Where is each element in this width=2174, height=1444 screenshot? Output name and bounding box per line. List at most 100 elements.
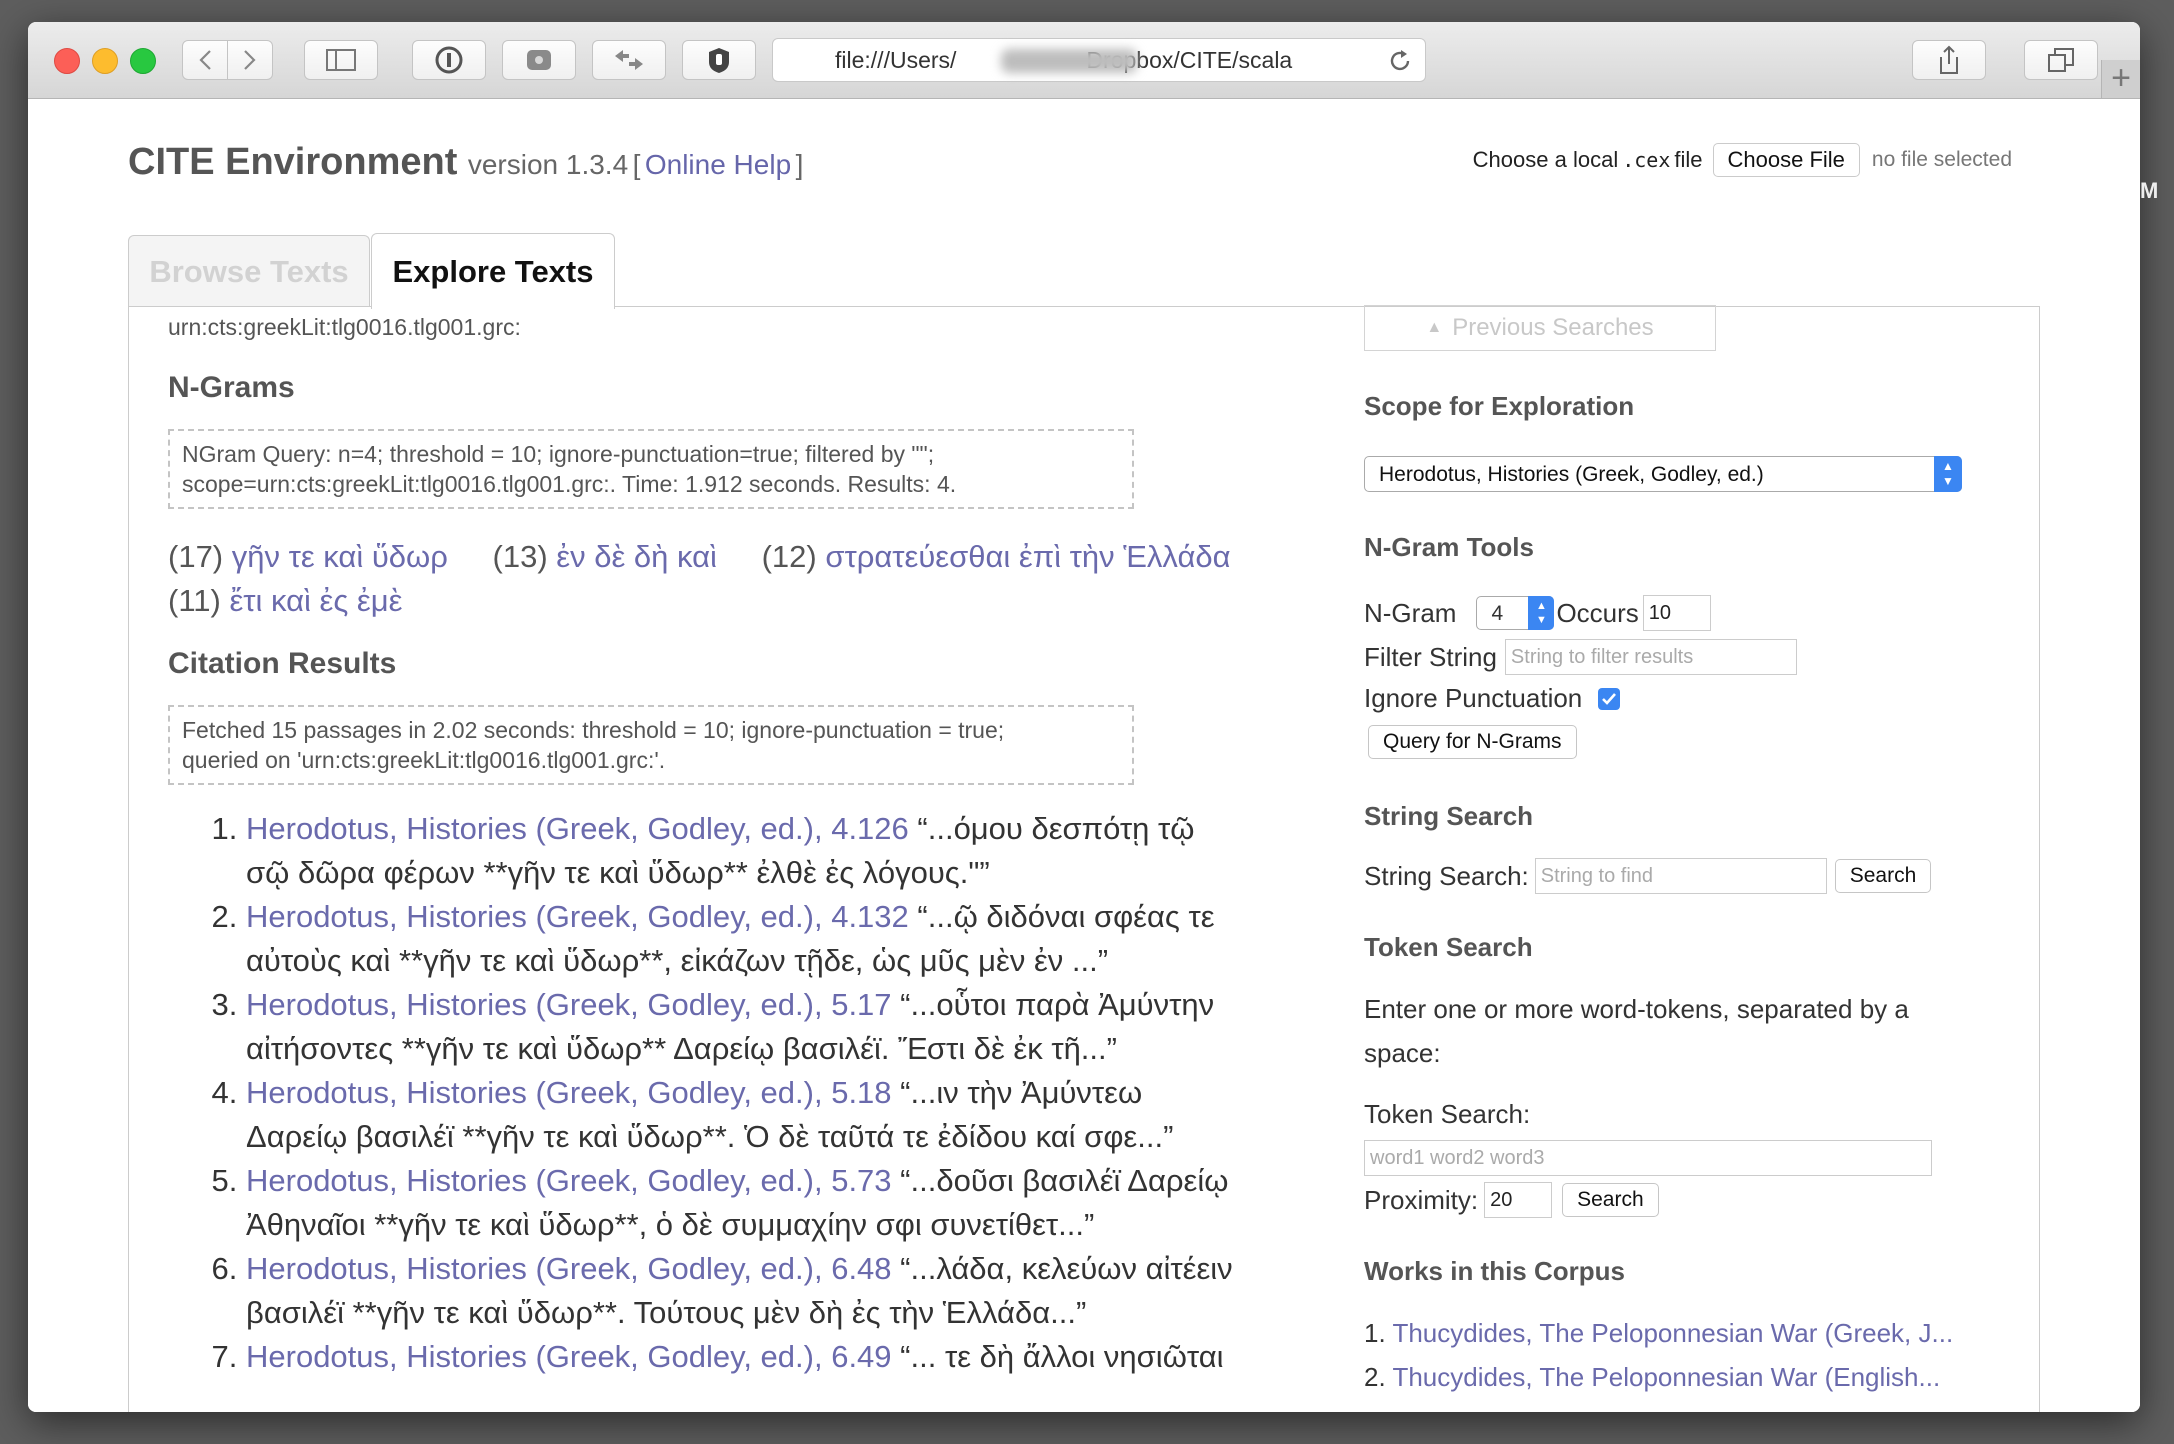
close-window-button[interactable] [54, 48, 80, 74]
scope-selected-value: Herodotus, Histories (Greek, Godley, ed.… [1379, 463, 1764, 486]
citation-link[interactable]: Herodotus, Histories (Greek, Godley, ed.… [246, 811, 909, 846]
citation-link[interactable]: Herodotus, Histories (Greek, Godley, ed.… [246, 987, 892, 1022]
tab-explore-texts[interactable]: Explore Texts [371, 233, 615, 309]
title-bar: file:///Users/Dropbox/CITE/scala + [28, 22, 2140, 99]
query-ngrams-button[interactable]: Query for N-Grams [1368, 725, 1577, 759]
chevron-left-icon [199, 50, 211, 70]
ngram-query-line: scope=urn:cts:greekLit:tlg0016.tlg001.gr… [182, 471, 957, 497]
chevron-right-icon [244, 50, 256, 70]
scope-select[interactable]: Herodotus, Histories (Greek, Godley, ed.… [1364, 456, 1962, 492]
token-search-description: Enter one or more word-tokens, separated… [1364, 994, 1909, 1068]
ignore-punctuation-checkbox[interactable] [1598, 687, 1621, 710]
tab-browse-texts[interactable]: Browse Texts [128, 235, 370, 307]
background-window-text: M [2140, 178, 2159, 203]
citation-item: Herodotus, Histories (Greek, Godley, ed.… [246, 1159, 1246, 1247]
proximity-label: Proximity: [1364, 1184, 1479, 1215]
file-ext: .cex [1622, 148, 1671, 172]
ngram-link[interactable]: γῆν τε καὶ ὕδωρ [232, 539, 448, 574]
bracket-open: [ [632, 149, 641, 180]
choose-file-button[interactable]: Choose File [1712, 143, 1860, 177]
ngrams-heading: N-Grams [168, 371, 295, 404]
ignore-punctuation-label: Ignore Punctuation [1364, 683, 1583, 713]
ngram-count: (17) [168, 539, 224, 574]
password-extension-button[interactable] [412, 40, 486, 80]
arrows-icon [615, 50, 643, 70]
ngram-size-select[interactable]: 4 ▲ ▼ [1476, 596, 1555, 630]
triangle-up-icon: ▲ [1426, 319, 1443, 336]
tabs-icon [2048, 48, 2074, 72]
ngram-query-summary: NGram Query: n=4; threshold = 10; ignore… [168, 429, 1134, 509]
work-link[interactable]: Thucydides, The Peloponnesian War (Greek… [1392, 1318, 1953, 1348]
proximity-input[interactable]: 20 [1484, 1182, 1553, 1218]
token-search-heading: Token Search [1364, 932, 1533, 962]
ngram-label: N-Gram [1364, 597, 1457, 628]
list-item: 2. Thucydides, The Peloponnesian War (En… [1364, 1355, 1984, 1399]
citation-link[interactable]: Herodotus, Histories (Greek, Godley, ed.… [246, 1075, 892, 1110]
previous-searches-button[interactable]: ▲ Previous Searches [1364, 305, 1716, 351]
select-stepper-icon: ▲ ▼ [1934, 456, 1962, 492]
extension-button-3[interactable] [592, 40, 666, 80]
ngram-count: (11) [168, 583, 221, 618]
address-bar[interactable]: file:///Users/Dropbox/CITE/scala [772, 38, 1426, 82]
tools-sidebar: ▲ Previous Searches Scope for Exploratio… [1364, 305, 1984, 1399]
work-link[interactable]: Thucydides, The Peloponnesian War (Engli… [1392, 1362, 1940, 1392]
citation-item: Herodotus, Histories (Greek, Godley, ed.… [246, 983, 1246, 1071]
citation-list: Herodotus, Histories (Greek, Godley, ed.… [168, 807, 1328, 1379]
token-search-button[interactable]: Search [1562, 1183, 1659, 1217]
adblock-button[interactable] [682, 40, 756, 80]
zoom-window-button[interactable] [130, 48, 156, 74]
results-column: urn:cts:greekLit:tlg0016.tlg001.grc: N-G… [168, 314, 1328, 1379]
string-search-heading: String Search [1364, 801, 1534, 831]
ngram-link[interactable]: στρατεύεσθαι ἐπὶ τὴν Ἑλλάδα [825, 539, 1230, 574]
work-number: 2. [1364, 1362, 1386, 1392]
string-search-input[interactable]: String to find [1534, 858, 1827, 894]
citation-link[interactable]: Herodotus, Histories (Greek, Godley, ed.… [246, 1163, 892, 1198]
occurs-label: Occurs [1556, 597, 1639, 628]
ngram-link[interactable]: ἐν δὲ δὴ καὶ [556, 539, 717, 574]
no-file-selected-text: no file selected [1871, 148, 2012, 171]
citation-link[interactable]: Herodotus, Histories (Greek, Godley, ed.… [246, 899, 909, 934]
ngram-size-row: N-Gram 4 ▲ ▼ Occurs 10 [1364, 595, 1984, 631]
redacted-username [1001, 49, 1137, 73]
citation-snippet: “... τε δὴ ἄλλοι νησιῶται [900, 1339, 1224, 1374]
file-prompt-post: file [1674, 147, 1703, 172]
browser-window: file:///Users/Dropbox/CITE/scala + CITE … [28, 22, 2140, 1412]
ngram-count: (12) [761, 539, 817, 574]
forward-button[interactable] [227, 40, 273, 80]
page-content: CITE Environment version 1.3.4 [ Online … [28, 99, 2140, 1412]
share-icon [1940, 45, 1958, 74]
ngram-size-value: 4 [1491, 602, 1504, 625]
minimize-window-button[interactable] [92, 48, 118, 74]
ngram-link[interactable]: ἔτι καὶ ἐς ἐμὲ [229, 583, 402, 618]
share-button[interactable] [1912, 40, 1986, 80]
citation-item: Herodotus, Histories (Greek, Godley, ed.… [246, 1335, 1246, 1379]
citation-link[interactable]: Herodotus, Histories (Greek, Godley, ed.… [246, 1251, 892, 1286]
citation-query-line: queried on 'urn:cts:greekLit:tlg0016.tlg… [182, 747, 666, 773]
proximity-row: Proximity: 20 Search [1364, 1182, 1984, 1218]
token-search-label: Token Search: [1364, 1099, 1531, 1129]
extension-button-2[interactable] [502, 40, 576, 80]
citation-link[interactable]: Herodotus, Histories (Greek, Godley, ed.… [246, 1339, 892, 1374]
back-button[interactable] [182, 40, 228, 80]
works-list: 1. Thucydides, The Peloponnesian War (Gr… [1364, 1311, 1984, 1399]
string-search-button[interactable]: Search [1834, 859, 1932, 893]
ngram-item: (13) ἐν δὲ δὴ καὶ [493, 539, 717, 574]
filter-string-input[interactable]: String to filter results [1504, 639, 1797, 675]
string-search-row: String Search: String to find Search [1364, 858, 1984, 894]
bracket-close: ] [795, 149, 804, 180]
ignore-punctuation-row: Ignore Punctuation [1364, 683, 1984, 714]
new-tab-button[interactable]: + [2101, 60, 2140, 98]
tabs-overview-button[interactable] [2024, 40, 2098, 80]
citation-item: Herodotus, Histories (Greek, Godley, ed.… [246, 1071, 1246, 1159]
previous-searches-label: Previous Searches [1452, 314, 1654, 341]
token-search-input[interactable]: word1 word2 word3 [1364, 1140, 1932, 1176]
occurs-input[interactable]: 10 [1642, 595, 1711, 631]
works-heading: Works in this Corpus [1364, 1256, 1625, 1286]
reload-icon[interactable] [1387, 48, 1413, 74]
ngram-item: (11) ἔτι καὶ ἐς ἐμὲ [168, 583, 402, 618]
file-chooser: Choose a local .cex file Choose File no … [1473, 143, 2012, 177]
app-header: CITE Environment version 1.3.4 [ Online … [128, 141, 803, 184]
online-help-link[interactable]: Online Help [645, 149, 791, 180]
sidebar-toggle-button[interactable] [304, 40, 378, 80]
ngram-item: (12) στρατεύεσθαι ἐπὶ τὴν Ἑλλάδα [762, 539, 1231, 574]
